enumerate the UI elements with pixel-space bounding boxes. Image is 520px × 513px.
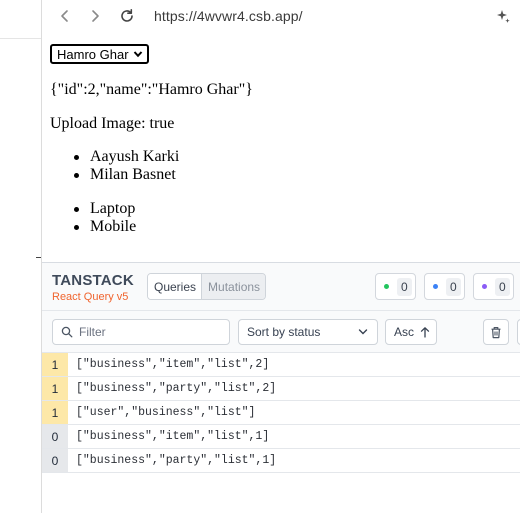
address-url[interactable]: https://4wvwr4.csb.app/ [154,8,303,24]
list-item: Laptop [68,200,136,218]
query-row[interactable]: 0 ["business","party","list",1] [42,449,520,473]
green-dot-icon [384,284,389,289]
observer-count: 1 [42,377,68,400]
clear-cache-button[interactable] [483,319,509,345]
react-query-devtools: TANSTACK React Query v5 Queries Mutation… [42,262,520,513]
query-key: ["business","party","list",1] [76,454,277,467]
chevron-right-icon [92,10,99,22]
item-list: Laptop Mobile [68,200,136,236]
observer-count: 0 [42,425,68,448]
user-list: Aayush Karki Milan Basnet [68,148,179,184]
fresh-count[interactable]: 0 [375,273,416,300]
sort-order-button[interactable]: Asc [385,319,437,345]
browser-bar: https://4wvwr4.csb.app/ [42,0,520,33]
back-button[interactable] [55,6,75,26]
react-query-version: React Query v5 [52,291,129,303]
chevron-down-icon [133,51,142,58]
chevron-down-icon [358,329,368,335]
query-key: ["business","party","list",2] [76,382,277,395]
sort-label: Sort by status [247,325,321,339]
list-item: Mobile [68,218,136,236]
count-value: 0 [446,277,461,296]
tanstack-logo[interactable]: TANSTACK [52,272,134,289]
query-row[interactable]: 1 ["business","item","list",2] [42,353,520,377]
left-panel [0,0,41,513]
query-row[interactable]: 0 ["business","item","list",1] [42,425,520,449]
query-list: 1 ["business","item","list",2] 1 ["busin… [42,353,520,473]
magic-button[interactable] [493,6,513,26]
preview-pane: https://4wvwr4.csb.app/ Hamro Ghar {"id"… [42,0,520,513]
observer-count: 1 [42,401,68,424]
filter-input[interactable] [79,325,219,339]
select-value: Hamro Ghar [57,46,129,62]
tab-queries[interactable]: Queries [148,274,202,299]
upload-status: Upload Image: true [50,115,175,132]
sort-order-label: Asc [394,325,415,339]
paused-count[interactable]: 0 [473,273,514,300]
list-item: Milan Basnet [68,166,179,184]
sparkle-icon [497,10,510,23]
tab-mutations[interactable]: Mutations [201,274,266,299]
trash-icon [491,326,501,338]
query-key: ["user","business","list"] [76,406,256,419]
chevron-left-icon [61,10,68,22]
count-value: 0 [397,277,412,296]
blue-dot-icon [433,284,438,289]
devtools-tabs: Queries Mutations [147,273,267,300]
reload-button[interactable] [117,6,137,26]
count-value: 0 [495,277,510,296]
devtools-header: TANSTACK React Query v5 Queries Mutation… [42,263,520,311]
devtools-toolbar: Sort by status Asc [42,311,520,353]
search-icon [61,326,73,338]
arrow-up-icon [420,327,430,338]
forward-button[interactable] [85,6,105,26]
query-key: ["business","item","list",1] [76,430,270,443]
purple-dot-icon [482,284,487,289]
sort-select[interactable]: Sort by status [238,319,378,345]
fetching-count[interactable]: 0 [424,273,465,300]
query-row[interactable]: 1 ["business","party","list",2] [42,377,520,401]
left-panel-divider [0,38,41,39]
filter-box[interactable] [52,319,230,345]
query-row[interactable]: 1 ["user","business","list"] [42,401,520,425]
observer-count: 0 [42,449,68,472]
json-output: {"id":2,"name":"Hamro Ghar"} [50,81,253,98]
reload-icon [121,9,133,22]
list-item: Aayush Karki [68,148,179,166]
query-key: ["business","item","list",2] [76,358,270,371]
observer-count: 1 [42,353,68,376]
business-select[interactable]: Hamro Ghar [50,44,149,64]
